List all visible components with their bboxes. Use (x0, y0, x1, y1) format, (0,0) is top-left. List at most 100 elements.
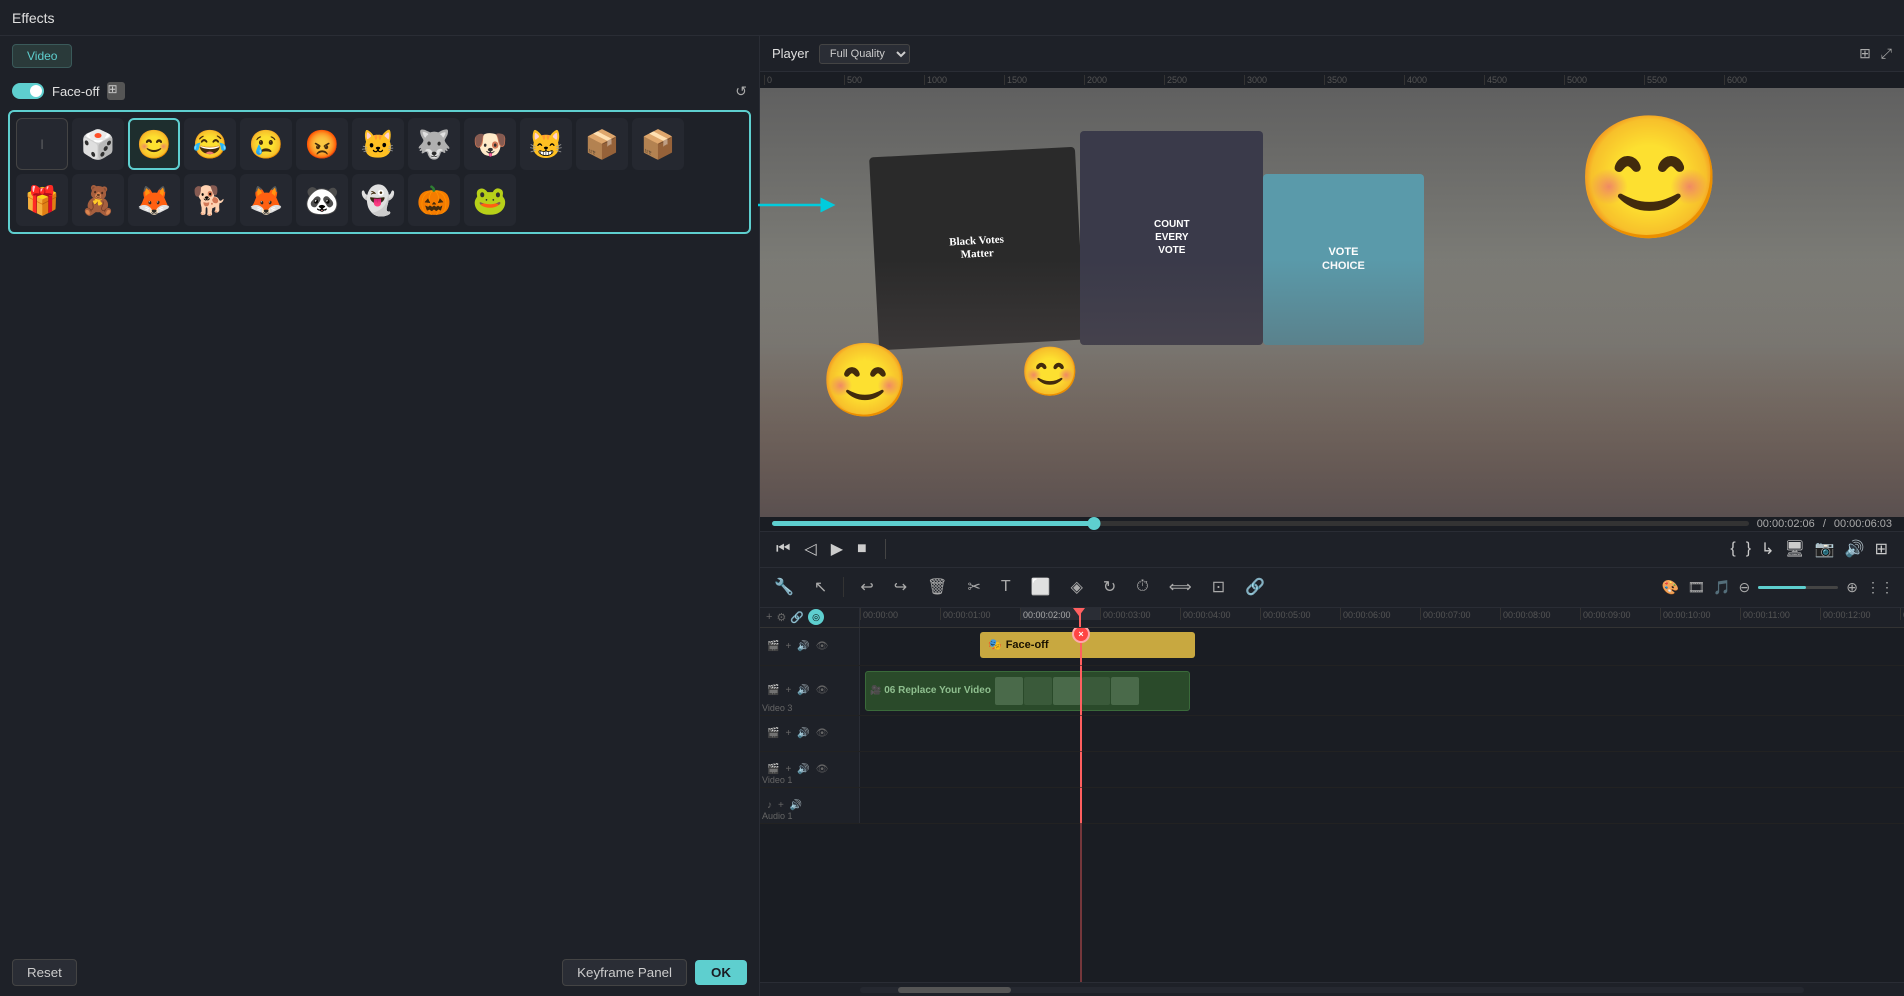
emoji-ghost[interactable]: 👻 (352, 174, 404, 226)
tool-crop[interactable]: ⬜ (1027, 573, 1055, 601)
effect-track-controls: 🎬 + 🔊 👁 (760, 628, 860, 665)
video3-audio-icon[interactable]: 🔊 (796, 684, 810, 697)
insert-button[interactable]: ↳ (1761, 539, 1774, 559)
monitor-button[interactable]: 🖥 (1784, 539, 1804, 559)
zoom-track[interactable] (1758, 586, 1838, 589)
ruler-mark-6000: 6000 (1724, 75, 1804, 85)
skip-back-button[interactable]: ⏮ (776, 540, 790, 558)
filter-icon[interactable]: 🎨 (1662, 579, 1679, 596)
tool-div-1 (843, 577, 844, 597)
video2-icon[interactable]: 🎬 (766, 727, 780, 740)
emoji-laugh[interactable]: 😂 (184, 118, 236, 170)
video2-add-icon[interactable]: + (784, 727, 792, 740)
video1-audio-icon[interactable]: 🔊 (796, 763, 810, 776)
emoji-box4[interactable]: 🧸 (72, 174, 124, 226)
tool-cut[interactable]: ✂ (963, 573, 984, 601)
video2-eye-icon[interactable]: 👁 (815, 727, 830, 740)
screenshot-button[interactable]: 📷 (1815, 539, 1835, 559)
emoji-box1[interactable]: 📦 (576, 118, 628, 170)
timeline-marker-icon[interactable]: ◎ (808, 609, 824, 625)
playhead-marker[interactable]: × (1072, 628, 1090, 643)
progress-bar-area[interactable]: 00:00:02:06 / 00:00:06:03 (760, 517, 1904, 531)
tick-1: 00:00:01:00 (940, 608, 1020, 620)
emoji-wolf[interactable]: 🐺 (408, 118, 460, 170)
progress-thumb[interactable] (1088, 517, 1101, 530)
tick-6: 00:00:06:00 (1340, 608, 1420, 620)
video3-clip[interactable]: 🎥 06 Replace Your Video (865, 671, 1190, 711)
keyframe-panel-button[interactable]: Keyframe Panel (562, 959, 687, 986)
progress-track[interactable] (772, 521, 1749, 526)
tool-pip[interactable]: ⊡ (1208, 573, 1229, 601)
timeline-settings-icon[interactable]: ⚙ (776, 611, 786, 624)
stop-button[interactable]: ■ (857, 540, 867, 558)
emoji-box2[interactable]: 📦 (632, 118, 684, 170)
emoji-cat2[interactable]: 😸 (520, 118, 572, 170)
tool-speed[interactable]: ⏱ (1132, 574, 1152, 600)
more-btn[interactable]: ⋮⋮ (1866, 579, 1894, 596)
expand-button[interactable]: ⊞ (1875, 539, 1888, 559)
video-tab-button[interactable]: Video (12, 44, 72, 68)
emoji-cat1[interactable]: 🐱 (352, 118, 404, 170)
color-icon[interactable]: 🎞 (1687, 579, 1705, 596)
timeline-link-icon[interactable]: 🔗 (790, 611, 804, 624)
tool-stabilize[interactable]: ⟺ (1165, 573, 1196, 601)
tool-undo[interactable]: ↩ (856, 573, 877, 601)
zoom-in-btn[interactable]: ⊕ (1846, 579, 1858, 596)
emoji-dice[interactable]: 🎲 (72, 118, 124, 170)
player-ruler: 0 500 1000 1500 2000 2500 3000 3500 4000… (760, 72, 1904, 88)
effect-audio-icon[interactable]: 🔊 (796, 640, 810, 653)
emoji-dog[interactable]: 🐶 (464, 118, 516, 170)
add-track-icon[interactable]: + (766, 611, 772, 623)
emoji-smile[interactable]: 😊 (128, 118, 180, 170)
grid-view-icon[interactable]: ⊞ (1859, 45, 1871, 62)
quality-select[interactable]: Full Quality Half Quality (819, 44, 910, 64)
tool-link[interactable]: 🔗 (1241, 573, 1269, 601)
video1-eye-icon[interactable]: 👁 (815, 763, 830, 776)
video2-audio-icon[interactable]: 🔊 (796, 727, 810, 740)
emoji-angry[interactable]: 😡 (296, 118, 348, 170)
video3-eye-icon[interactable]: 👁 (815, 684, 830, 697)
audio-icon[interactable]: 🎵 (1713, 579, 1730, 596)
face-off-toggle[interactable] (12, 83, 44, 99)
emoji-frog[interactable]: 🐸 (464, 174, 516, 226)
tool-text[interactable]: T (997, 574, 1015, 600)
ruler-mark-2500: 2500 (1164, 75, 1244, 85)
scroll-track[interactable] (860, 987, 1804, 993)
tool-delete[interactable]: 🗑 (923, 573, 951, 601)
emoji-none[interactable]: | (16, 118, 68, 170)
effect-add-icon[interactable]: + (784, 640, 792, 653)
emoji-box3[interactable]: 🎁 (16, 174, 68, 226)
step-back-button[interactable]: ◁ (804, 539, 816, 559)
ruler-mark-0: 0 (764, 75, 844, 85)
emoji-pumpkin[interactable]: 🎃 (408, 174, 460, 226)
tool-rotate-cw[interactable]: ↻ (1099, 573, 1120, 601)
top-bar: Effects (0, 0, 1904, 36)
zoom-out-btn[interactable]: ⊖ (1739, 579, 1751, 596)
effect-video-icon[interactable]: 🎬 (766, 640, 780, 653)
cut-left-button[interactable]: { (1730, 540, 1735, 558)
volume-button[interactable]: 🔊 (1845, 539, 1865, 559)
emoji-dog2[interactable]: 🐕 (184, 174, 236, 226)
ok-button[interactable]: OK (695, 960, 747, 985)
video1-track-row: 🎬 + 🔊 👁 Video 1 (760, 752, 1904, 788)
video3-icon[interactable]: 🎬 (766, 684, 780, 697)
fullscreen-icon[interactable]: ⤢ (1881, 45, 1892, 62)
tool-redo[interactable]: ↪ (890, 573, 911, 601)
emoji-fox2[interactable]: 🦊 (240, 174, 292, 226)
face-off-reset-icon[interactable]: ↺ (735, 83, 747, 100)
emoji-fox[interactable]: 🦊 (128, 174, 180, 226)
scroll-thumb[interactable] (898, 987, 1011, 993)
video3-add-icon[interactable]: + (784, 684, 792, 697)
reset-button[interactable]: Reset (12, 959, 77, 986)
effect-eye-icon[interactable]: 👁 (815, 640, 830, 653)
play-button[interactable]: ▶ (831, 539, 843, 559)
horizontal-scrollbar[interactable] (760, 982, 1904, 996)
face-off-settings-icon[interactable]: ⊞ (107, 82, 125, 100)
face-off-label: Face-off (52, 84, 99, 99)
tool-select[interactable]: ↖ (810, 573, 831, 601)
cut-right-button[interactable]: } (1746, 540, 1751, 558)
tool-mask[interactable]: ◈ (1067, 573, 1087, 601)
emoji-panda[interactable]: 🐼 (296, 174, 348, 226)
emoji-sad[interactable]: 😢 (240, 118, 292, 170)
tool-magnet[interactable]: 🔧 (770, 573, 798, 601)
